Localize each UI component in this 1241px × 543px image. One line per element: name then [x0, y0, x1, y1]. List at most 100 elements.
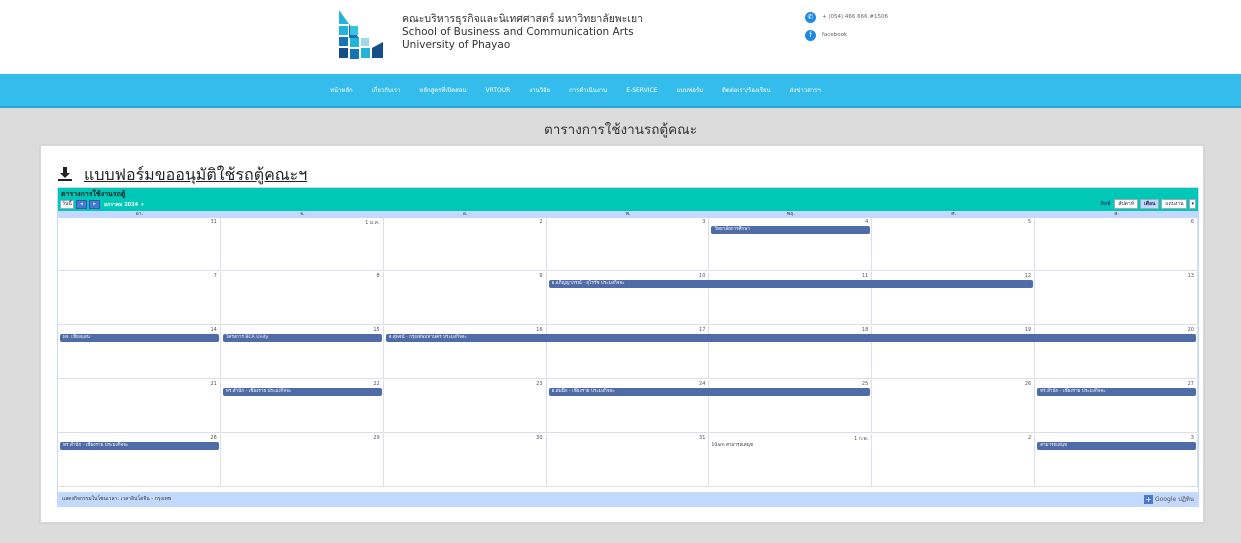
embedded-calendar: ตารางการใช้งานรถตู้ วันนี้ ◂ ▸ มกราคม 20… [57, 187, 1199, 507]
faculty-name: คณะบริหารธุรกิจและนิเทศศาสตร์ มหาวิทยาลั… [402, 13, 643, 52]
print-button[interactable]: พิมพ์ [1101, 200, 1111, 208]
nav-forms[interactable]: แบบฟอร์ม [677, 85, 704, 95]
calendar-event[interactable]: อ.สมนึก - เชียงราย ประมงกิจจะ [548, 388, 871, 396]
google-calendar-button[interactable]: + Google ปฏิทิน [1144, 494, 1194, 504]
day-number: 18 [861, 327, 869, 333]
nav-programs[interactable]: หลักสูตรที่เปิดสอน [419, 85, 466, 95]
download-form-link[interactable]: แบบฟอร์มขออนุมัติใช้รถตู้คณะฯ [58, 163, 307, 188]
calendar-event[interactable]: อ.สุพจน์ - กรุงเทพมหานคร ประมงกิจจะ [385, 334, 1196, 342]
download-icon [58, 166, 72, 185]
calendar-event[interactable]: ทร.สำนัก - เชียงราย ประมงกิจจะ [1037, 388, 1196, 396]
tab-agenda[interactable]: แถบงาน [1161, 199, 1188, 209]
weekday-sun: อา. [135, 211, 144, 217]
faculty-name-thai: คณะบริหารธุรกิจและนิเทศศาสตร์ มหาวิทยาลั… [402, 13, 644, 25]
calendar-event[interactable]: ทร.สำนัก - เชียงราย ประมงกิจจะ [222, 388, 382, 396]
nav-about[interactable]: เกี่ยวกับเรา [372, 85, 401, 95]
month-label[interactable]: มกราคม 2024 [104, 201, 138, 209]
day-number: 10 [699, 273, 706, 279]
university-name: University of Phayao [402, 39, 511, 51]
download-form-label: แบบฟอร์มขออนุมัติใช้รถตู้คณะฯ [84, 165, 308, 184]
tab-week[interactable]: สัปดาห์ [1114, 199, 1138, 209]
today-button[interactable]: วันนี้ [60, 200, 74, 209]
day-number: 12 [1024, 273, 1032, 279]
calendar-day-cell[interactable]: 31 [58, 218, 221, 271]
page-title: ตารางการใช้งานรถตู้คณะ [544, 122, 697, 138]
calendar-event[interactable]: โครงการ BCA Unity [222, 334, 382, 342]
phone-contact[interactable]: ✆ + (054) 466 666 #1506 [805, 8, 888, 26]
day-number: 3 [1190, 435, 1194, 441]
contact-info: ✆ + (054) 466 666 #1506 f facebook [805, 8, 888, 44]
faculty-name-english: School of Business and Communication Art… [402, 26, 634, 38]
calendar-week-row: 28 29 30 31 1 ก.พ. 2 3 [58, 434, 1198, 487]
calendar-title: ตารางการใช้งานรถตู้ [61, 190, 126, 198]
faculty-logo[interactable] [335, 8, 385, 62]
day-number: 15 [373, 327, 380, 333]
prev-month-button[interactable]: ◂ [76, 200, 87, 209]
calendar-day-cell[interactable]: 7 [58, 272, 221, 325]
nav-home[interactable]: หน้าหลัก [330, 85, 353, 95]
day-number: 30 [536, 435, 543, 441]
phone-icon: ✆ [805, 11, 816, 23]
day-number: 2 [1027, 435, 1032, 441]
calendar-event[interactable]: สามารถเสนุข [1037, 442, 1196, 450]
calendar-day-cell[interactable]: 30 [383, 434, 547, 487]
plus-icon: + [1144, 494, 1154, 504]
calendar-day-cell[interactable]: 8 [220, 272, 384, 325]
main-navigation: หน้าหลัก เกี่ยวกับเรา หลักสูตรที่เปิดสอน… [0, 74, 1241, 108]
month-dropdown-icon[interactable]: ▾ [141, 202, 144, 208]
timezone-note: แสดงกิจกรรมในโซนเวลา: เวลาอินโดจีน - กรุ… [62, 496, 172, 502]
weekday-sat: ส. [1114, 211, 1119, 217]
calendar-day-cell[interactable]: 13 [1035, 272, 1198, 325]
calendar-event[interactable]: ทร.สำนัก - เชียงราย ประมงกิจจะ [60, 442, 219, 450]
day-number: 5 [1027, 219, 1032, 225]
weekday-mon: จ. [300, 211, 305, 217]
calendar-event[interactable]: 10am สามารถเสนุข [711, 442, 870, 450]
day-number: 17 [699, 327, 706, 333]
calendar-day-cell[interactable]: 26 [872, 380, 1036, 433]
calendar-event[interactable]: วิทยาลัยการศึกษา [711, 226, 871, 234]
calendar-day-cell[interactable]: 2 [383, 218, 547, 271]
day-number: 31 [210, 219, 217, 225]
calendar-day-cell[interactable]: 2 [872, 434, 1036, 487]
calendar-toolbar: ตารางการใช้งานรถตู้ วันนี้ ◂ ▸ มกราคม 20… [58, 188, 1198, 211]
day-number: 3 [702, 219, 706, 225]
day-number: 9 [539, 273, 543, 279]
weekday-thu: พฤ. [786, 211, 795, 217]
day-number: 21 [210, 381, 217, 387]
next-month-button[interactable]: ▸ [89, 200, 100, 209]
calendar-day-cell[interactable]: 9 [383, 272, 547, 325]
content-card: แบบฟอร์มขออนุมัติใช้รถตู้คณะฯ ตารางการใช… [40, 145, 1204, 523]
nav-research[interactable]: งานวิจัย [529, 85, 550, 95]
day-number: 7 [213, 273, 217, 279]
tab-month[interactable]: เดือน [1140, 199, 1160, 209]
day-number: 23 [536, 381, 543, 387]
day-number: 31 [699, 435, 706, 441]
calendar-day-cell[interactable]: 5 [872, 218, 1036, 271]
calendar-event[interactable]: ผจ. เชียงแสน [60, 334, 219, 342]
calendar-day-cell[interactable]: 31 [546, 434, 710, 487]
nav-vrtour[interactable]: VRTOUR [485, 87, 510, 94]
nav-contact[interactable]: ติดต่อเรา/ร้องเรียน [722, 85, 771, 95]
day-number: 1 ม.ค. [365, 220, 380, 226]
nav-send-news[interactable]: ส่งข่าวสารฯ [790, 85, 821, 95]
site-header: คณะบริหารธุรกิจและนิเทศศาสตร์ มหาวิทยาลั… [0, 0, 1241, 74]
calendar-event[interactable]: อ.อภิญญาภรณ์ - อุไรรัช ประมงกิจจะ [548, 280, 1034, 288]
calendar-day-cell[interactable]: 3 [546, 218, 710, 271]
day-number: 26 [1024, 381, 1032, 387]
nav-eservice[interactable]: E-SERVICE [626, 87, 657, 94]
calendar-day-cell[interactable]: 21 [58, 380, 221, 433]
calendar-day-cell[interactable]: 29 [220, 434, 384, 487]
facebook-icon: f [805, 29, 816, 41]
day-number: 25 [861, 381, 869, 387]
calendar-day-cell[interactable]: 6 [1035, 218, 1198, 271]
weekday-header: อา. จ. อ. พ. พฤ. ศ. ส. [58, 211, 1198, 218]
day-number: 14 [210, 327, 217, 333]
facebook-contact[interactable]: f facebook [805, 26, 888, 44]
day-number: 22 [373, 381, 380, 387]
day-number: 27 [1187, 381, 1194, 387]
view-dropdown-icon[interactable]: ▾ [1189, 199, 1196, 209]
nav-operations[interactable]: การดำเนินงาน [569, 85, 607, 95]
calendar-day-cell[interactable]: 23 [383, 380, 547, 433]
calendar-day-cell[interactable]: 1 ม.ค. [220, 218, 384, 271]
day-number: 2 [539, 219, 543, 225]
